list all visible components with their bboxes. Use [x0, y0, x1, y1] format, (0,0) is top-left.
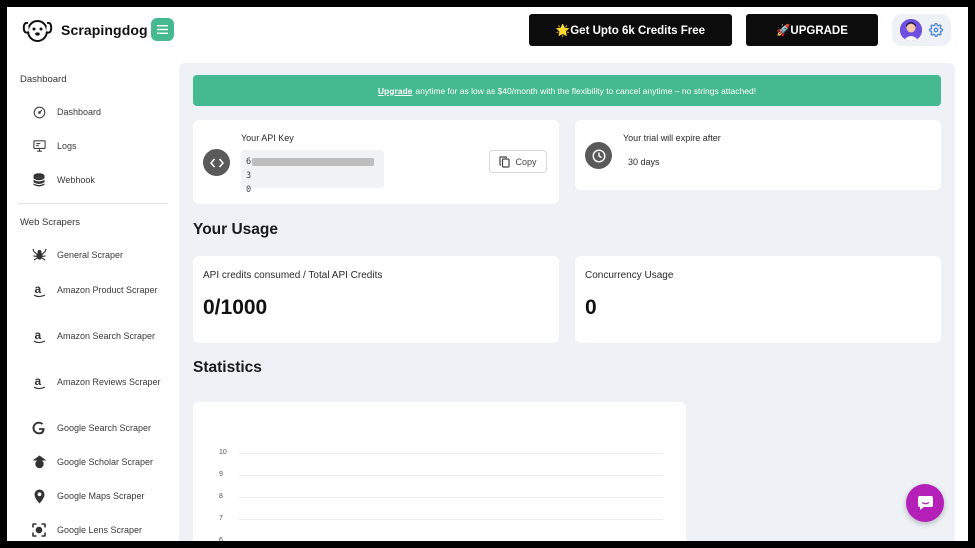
sidebar-item-label: Amazon Product Scraper [57, 285, 158, 295]
upgrade-link[interactable]: Upgrade [378, 86, 412, 96]
sidebar-item-google-search-scraper[interactable]: Google Search Scraper [31, 420, 171, 436]
api-key-start: 6 [246, 157, 252, 167]
sidebar-item-label: General Scraper [57, 250, 124, 260]
sidebar-item-google-maps-scraper[interactable]: Google Maps Scraper [31, 488, 171, 504]
api-key-value[interactable]: 63 0 [241, 150, 384, 195]
trial-label: Your trial will expire after [623, 133, 721, 143]
concurrency-value: 0 [585, 296, 597, 319]
concurrency-label: Concurrency Usage [585, 270, 674, 281]
user-avatar-icon [899, 19, 922, 41]
concurrency-card: Concurrency Usage 0 [575, 256, 941, 343]
credits-card: API credits consumed / Total API Credits… [193, 256, 559, 343]
map-pin-icon [31, 488, 47, 504]
api-key-card: Your API Key 63 0 Copy [193, 120, 559, 204]
monitor-icon [31, 138, 47, 154]
sidebar-item-amazon-reviews-scraper[interactable]: a Amazon Reviews Scraper [31, 374, 171, 390]
sidebar-item-label: Google Search Scraper [57, 423, 152, 433]
chat-bubble-icon [917, 496, 933, 510]
code-icon [203, 149, 230, 176]
amazon-icon: a [31, 328, 47, 344]
sidebar-item-webhook[interactable]: Webhook [31, 172, 171, 188]
gridline [239, 497, 663, 498]
lens-icon [31, 522, 47, 538]
credits-label: API credits consumed / Total API Credits [203, 270, 383, 281]
sidebar-item-dashboard[interactable]: Dashboard [31, 104, 171, 120]
dog-logo-icon [22, 20, 53, 42]
sidebar: Dashboard Dashboard Logs Webhook Web Scr… [7, 63, 179, 541]
sidebar-item-google-scholar-scraper[interactable]: Google Scholar Scraper [31, 454, 171, 470]
avatar[interactable] [899, 19, 922, 41]
hamburger-icon [157, 25, 168, 34]
upgrade-banner: Upgrade anytime for as low as $40/month … [193, 75, 941, 106]
sidebar-item-label: Dashboard [57, 107, 102, 117]
top-header: Scrapingdog 🌟Get Upto 6k Credits Free 🚀U… [7, 7, 968, 54]
sidebar-item-amazon-product-scraper[interactable]: a Amazon Product Scraper [31, 282, 171, 298]
database-icon [31, 172, 47, 188]
sidebar-item-label: Google Scholar Scraper [57, 457, 154, 467]
settings-gear-icon[interactable] [929, 23, 944, 37]
credits-value: 0/1000 [203, 296, 268, 319]
sidebar-section-dashboard: Dashboard [20, 74, 67, 85]
clock-icon [585, 142, 612, 169]
sidebar-item-general-scraper[interactable]: General Scraper [31, 247, 171, 263]
spider-icon [31, 247, 47, 263]
banner-text: anytime for as low as $40/month with the… [415, 85, 757, 96]
sidebar-item-label: Webhook [57, 175, 95, 185]
api-key-line1: 63 [246, 155, 379, 183]
svg-text:a: a [34, 283, 41, 296]
sidebar-item-label: Logs [57, 141, 77, 151]
chat-button[interactable] [906, 484, 944, 522]
google-icon [31, 420, 47, 436]
get-credits-button[interactable]: 🌟Get Upto 6k Credits Free [529, 14, 732, 46]
sidebar-section-web-scrapers: Web Scrapers [20, 217, 81, 228]
svg-text:a: a [34, 329, 41, 342]
copy-label: Copy [515, 156, 537, 167]
user-menu [892, 14, 951, 46]
upgrade-button[interactable]: 🚀UPGRADE [746, 14, 878, 46]
api-key-end: 3 [246, 171, 252, 181]
amazon-icon: a [31, 374, 47, 390]
y-tick-label: 10 [219, 449, 227, 456]
sidebar-item-google-lens-scraper[interactable]: Google Lens Scraper [31, 522, 171, 538]
main-content: Upgrade anytime for as low as $40/month … [179, 63, 955, 541]
amazon-icon: a [31, 282, 47, 298]
y-tick-label: 7 [219, 515, 223, 522]
statistics-chart: 10 9 8 7 6 [193, 402, 686, 541]
api-key-mask [252, 157, 375, 166]
sidebar-divider [18, 203, 168, 204]
gridline [239, 475, 663, 476]
scholar-icon [31, 454, 47, 470]
trial-value: 30 days [628, 157, 660, 167]
usage-heading: Your Usage [193, 221, 278, 238]
menu-toggle-button[interactable] [151, 18, 174, 41]
y-tick-label: 6 [219, 537, 223, 541]
sidebar-item-label: Amazon Reviews Scraper [57, 377, 161, 387]
y-tick-label: 8 [219, 493, 223, 500]
sidebar-item-label: Google Lens Scraper [57, 525, 143, 535]
sidebar-item-amazon-search-scraper[interactable]: a Amazon Search Scraper [31, 328, 171, 344]
trial-card: Your trial will expire after 30 days [575, 120, 941, 190]
y-tick-label: 9 [219, 471, 223, 478]
sidebar-item-logs[interactable]: Logs [31, 138, 171, 154]
sidebar-item-label: Amazon Search Scraper [57, 331, 156, 341]
logo[interactable]: Scrapingdog [22, 17, 148, 43]
sidebar-item-label: Google Maps Scraper [57, 491, 145, 501]
api-key-label: Your API Key [241, 133, 294, 143]
statistics-heading: Statistics [193, 359, 262, 376]
gridline [239, 519, 663, 520]
api-key-line2: 0 [246, 185, 252, 195]
copy-icon [499, 155, 511, 168]
app-window: Scrapingdog 🌟Get Upto 6k Credits Free 🚀U… [7, 7, 968, 541]
brand-name: Scrapingdog [61, 22, 148, 38]
gridline [239, 453, 663, 454]
gauge-icon [31, 104, 47, 120]
svg-text:a: a [34, 375, 41, 388]
copy-button[interactable]: Copy [489, 150, 547, 173]
